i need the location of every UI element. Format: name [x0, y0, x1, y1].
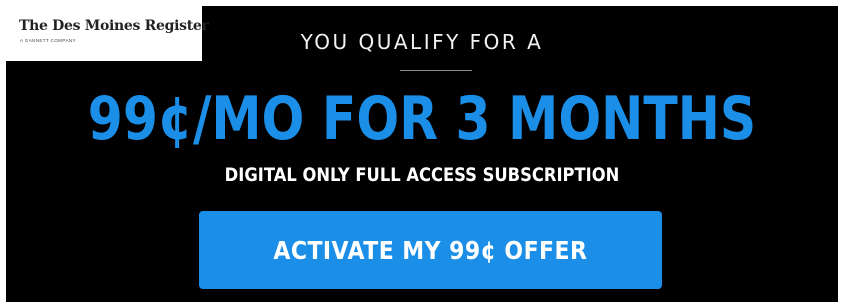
divider [400, 70, 472, 71]
activate-offer-button[interactable]: ACTIVATE MY 99¢ OFFER [199, 211, 662, 289]
offer-subheadline: DIGITAL ONLY FULL ACCESS SUBSCRIPTION [224, 164, 620, 186]
offer-banner: The Des Moines Register A GANNETT COMPAN… [6, 6, 838, 302]
offer-intro: YOU QUALIFY FOR A [300, 30, 544, 54]
activate-offer-label: ACTIVATE MY 99¢ OFFER [273, 235, 588, 265]
offer-headline: 99¢/MO FOR 3 MONTHS [87, 84, 757, 154]
